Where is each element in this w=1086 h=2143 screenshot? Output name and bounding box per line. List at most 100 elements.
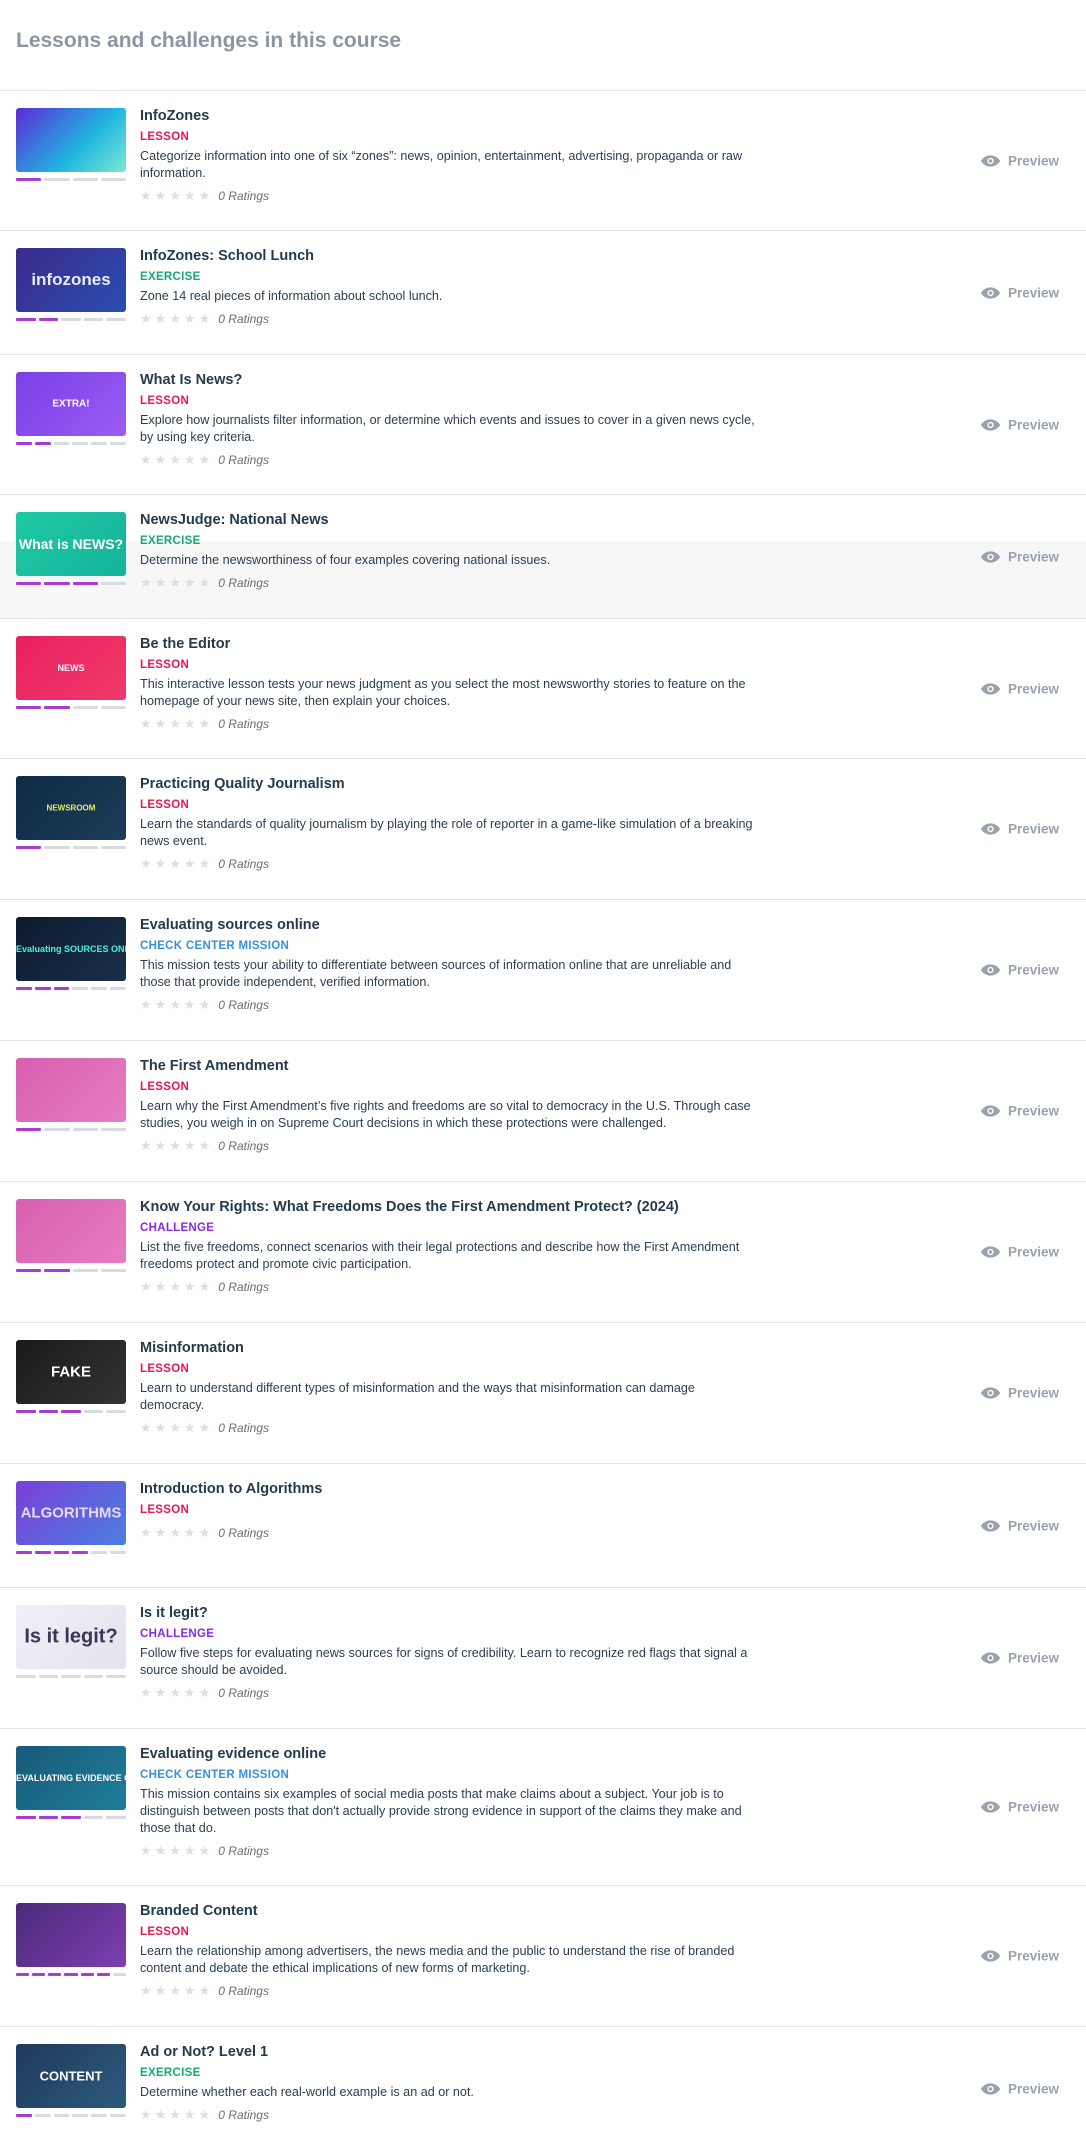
lesson-thumbnail[interactable] (16, 108, 126, 172)
progress-segment (91, 1551, 108, 1554)
progress-segment (34, 442, 51, 445)
star-icon: ★ (169, 1685, 181, 1700)
lesson-type-badge: CHALLENGE (140, 1628, 215, 1640)
lesson-title[interactable]: InfoZones: School Lunch (140, 246, 760, 266)
progress-segment (72, 582, 98, 585)
star-icon: ★ (169, 1983, 181, 1998)
lesson-title[interactable]: Evaluating sources online (140, 915, 760, 935)
progress-segment (16, 846, 42, 849)
lesson-title[interactable]: Know Your Rights: What Freedoms Does the… (140, 1197, 760, 1217)
lesson-row[interactable]: infozones InfoZones: School Lunch EXERCISE… (0, 231, 1086, 355)
thumbnail-caption: EXTRA! (52, 398, 90, 410)
lesson-row[interactable]: CONTENT Ad or Not? Level 1 EXERCISE Determi… (0, 2027, 1086, 2143)
rating-count: 0 Ratings (218, 576, 269, 590)
lesson-thumbnail[interactable] (16, 1199, 126, 1263)
lesson-type-badge: CHECK CENTER MISSION (140, 940, 290, 952)
lesson-title[interactable]: The First Amendment (140, 1056, 760, 1076)
lesson-description: This mission contains six examples of so… (140, 1787, 742, 1835)
lesson-row[interactable]: Evaluating SOURCES ONLINE Evaluating sour… (0, 900, 1086, 1041)
star-rating: ★ ★ ★ ★ ★ (140, 1984, 210, 1998)
lesson-thumbnail[interactable]: infozones (16, 248, 126, 312)
lesson-title[interactable]: InfoZones (140, 106, 760, 126)
lesson-info: Evaluating evidence online CHECK CENTER M… (140, 1744, 760, 1859)
lesson-thumbnail[interactable]: FAKE (16, 1340, 126, 1404)
lesson-title[interactable]: Ad or Not? Level 1 (140, 2042, 760, 2062)
lesson-row[interactable]: EXTRA! What Is News? LESSON Explore how jou… (0, 355, 1086, 495)
rating: ★ ★ ★ ★ ★ 0 Ratings (140, 1138, 760, 1154)
lesson-row[interactable]: What is NEWS? NewsJudge: National News EXE… (0, 495, 1086, 619)
rating-count: 0 Ratings (218, 1421, 269, 1435)
preview-button[interactable]: Preview (980, 1245, 1059, 1260)
lesson-description: Determine the newsworthiness of four exa… (140, 553, 551, 567)
lesson-title[interactable]: Branded Content (140, 1901, 760, 1921)
preview-button[interactable]: Preview (980, 417, 1059, 432)
lesson-row[interactable]: FAKE Misinformation LESSON Learn to underst… (0, 1323, 1086, 1464)
lesson-title[interactable]: Introduction to Algorithms (140, 1479, 760, 1499)
lesson-info: InfoZones LESSON Categorize information in… (140, 106, 760, 204)
preview-button[interactable]: Preview (980, 963, 1059, 978)
star-icon: ★ (183, 452, 196, 467)
preview-button[interactable]: Preview (980, 1386, 1059, 1401)
star-icon: ★ (183, 2107, 196, 2122)
lesson-row[interactable]: Is it legit? Is it legit? CHALLENGE Follow … (0, 1588, 1086, 1729)
progress-segment (91, 442, 108, 445)
progress-segment (110, 442, 126, 445)
lesson-thumbnail[interactable]: EVALUATING EVIDENCE ONLINE (16, 1746, 126, 1810)
lesson-title[interactable]: Misinformation (140, 1338, 760, 1358)
rating: ★ ★ ★ ★ ★ 0 Ratings (140, 997, 760, 1013)
preview-button[interactable]: Preview (980, 822, 1059, 837)
preview-label: Preview (1007, 417, 1059, 432)
star-icon: ★ (154, 997, 167, 1012)
lesson-title[interactable]: What Is News? (140, 370, 760, 390)
lesson-row[interactable]: InfoZones LESSON Categorize information in… (0, 91, 1086, 231)
lesson-type-badge: LESSON (140, 799, 190, 811)
lesson-row[interactable]: EVALUATING EVIDENCE ONLINE Evaluating evi… (0, 1729, 1086, 1886)
lesson-row[interactable]: Branded Content LESSON Learn the relations… (0, 1886, 1086, 2027)
lesson-thumbnail[interactable]: Evaluating SOURCES ONLINE (16, 917, 126, 981)
lesson-type-badge: LESSON (140, 1926, 190, 1938)
preview-button[interactable]: Preview (980, 1651, 1059, 1666)
rating-count: 0 Ratings (218, 1526, 269, 1540)
lesson-thumbnail[interactable]: NEWSROOM (16, 776, 126, 840)
progress-segment (16, 442, 32, 445)
lesson-thumbnail[interactable]: Is it legit? (16, 1605, 126, 1669)
preview-button[interactable]: Preview (980, 1800, 1059, 1815)
lesson-thumbnail[interactable] (16, 1903, 126, 1967)
star-icon: ★ (183, 1138, 196, 1153)
progress-segment (110, 987, 126, 990)
preview-button[interactable]: Preview (980, 549, 1059, 564)
lesson-thumbnail[interactable]: ALGORITHMS (16, 1481, 126, 1545)
progress-segment (44, 846, 70, 849)
preview-button[interactable]: Preview (980, 1518, 1059, 1533)
progress-segment (83, 1675, 104, 1678)
lesson-row[interactable]: ALGORITHMS Introduction to Algorithms LESS… (0, 1464, 1086, 1588)
lesson-title[interactable]: NewsJudge: National News (140, 510, 760, 530)
progress-segment (72, 442, 89, 445)
progress-segment (16, 582, 42, 585)
lesson-thumbnail[interactable]: What is NEWS? (16, 512, 126, 576)
progress-segment (38, 1675, 59, 1678)
preview-button[interactable]: Preview (980, 1949, 1059, 1964)
lesson-title[interactable]: Evaluating evidence online (140, 1744, 760, 1764)
preview-button[interactable]: Preview (980, 681, 1059, 696)
lesson-title[interactable]: Is it legit? (140, 1603, 760, 1623)
lesson-thumbnail[interactable] (16, 1058, 126, 1122)
lesson-title[interactable]: Practicing Quality Journalism (140, 774, 760, 794)
lesson-row[interactable]: Know Your Rights: What Freedoms Does the… (0, 1182, 1086, 1323)
preview-button[interactable]: Preview (980, 285, 1059, 300)
lesson-row[interactable]: NEWSROOM Practicing Quality Journalism LES… (0, 759, 1086, 900)
progress-segment (16, 1128, 42, 1131)
lesson-thumbnail[interactable]: EXTRA! (16, 372, 126, 436)
rating: ★ ★ ★ ★ ★ 0 Ratings (140, 856, 760, 872)
star-icon: ★ (140, 1843, 152, 1858)
lesson-row[interactable]: The First Amendment LESSON Learn why the F… (0, 1041, 1086, 1182)
preview-button[interactable]: Preview (980, 2081, 1059, 2096)
lesson-row[interactable]: NEWS Be the Editor LESSON This interactive … (0, 619, 1086, 759)
lesson-thumbnail[interactable]: NEWS (16, 636, 126, 700)
preview-button[interactable]: Preview (980, 1104, 1059, 1119)
lesson-title[interactable]: Be the Editor (140, 634, 760, 654)
progress-segment (16, 706, 42, 709)
lesson-thumbnail[interactable]: CONTENT (16, 2044, 126, 2108)
preview-button[interactable]: Preview (980, 153, 1059, 168)
rating: ★ ★ ★ ★ ★ 0 Ratings (140, 188, 760, 204)
